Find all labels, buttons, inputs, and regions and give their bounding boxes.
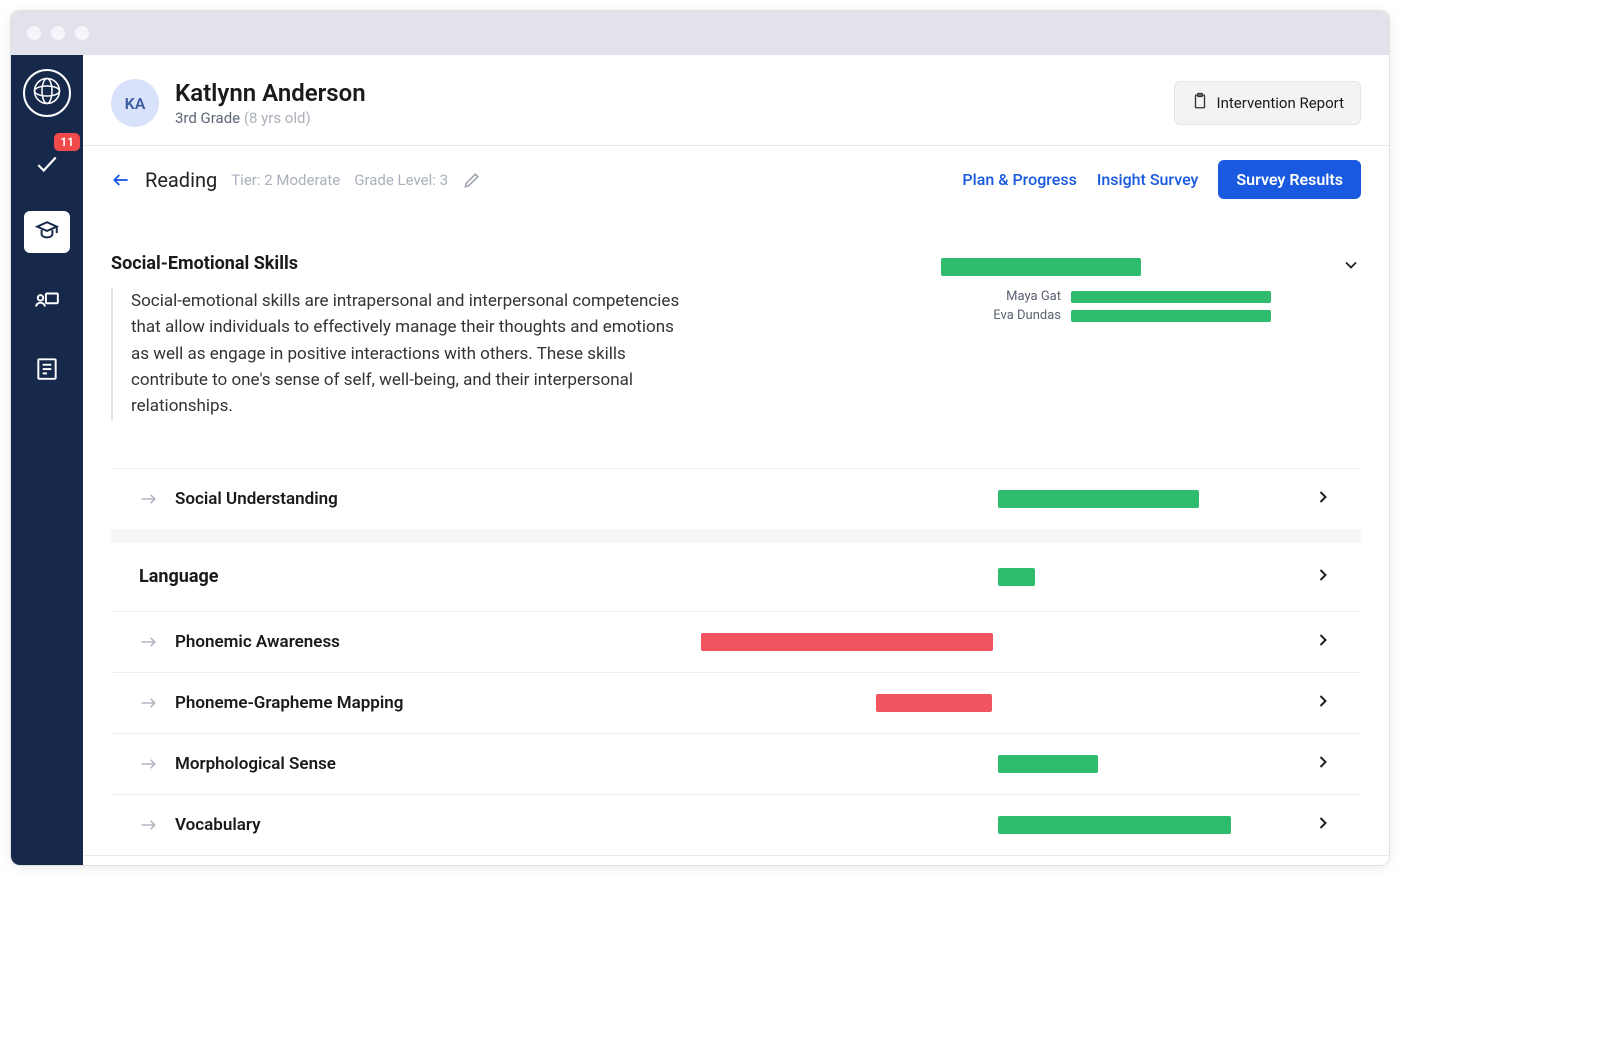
window-dot	[27, 26, 41, 40]
chevron-right-icon[interactable]	[1313, 630, 1333, 654]
skill-label: Social Understanding	[175, 489, 338, 509]
skill-row[interactable]: Phonemic Awareness	[111, 611, 1361, 672]
report-button-label: Intervention Report	[1217, 94, 1345, 112]
main-content: KA Katlynn Anderson 3rd Grade (8 yrs old…	[83, 55, 1389, 865]
nav-reports-icon[interactable]	[24, 347, 70, 389]
arrow-right-icon	[139, 815, 159, 835]
intervention-report-button[interactable]: Intervention Report	[1174, 81, 1362, 125]
tab-insight-survey[interactable]: Insight Survey	[1097, 170, 1199, 189]
rater-name: Eva Dundas	[993, 308, 1061, 323]
profile-header: KA Katlynn Anderson 3rd Grade (8 yrs old…	[83, 55, 1389, 146]
score-bar	[941, 258, 1141, 276]
chevron-right-icon[interactable]	[1313, 813, 1333, 837]
section-heading: Social-Emotional Skills	[111, 253, 941, 274]
tier-label: Tier: 2 Moderate	[231, 171, 340, 189]
rater-bar	[1071, 291, 1271, 303]
section-social-emotional: Social-Emotional Skills Social-emotional…	[83, 235, 1389, 856]
grade-level-label: Grade Level: 3	[354, 171, 448, 189]
student-meta: 3rd Grade (8 yrs old)	[175, 109, 366, 127]
rater-row: Maya Gat	[941, 289, 1361, 304]
score-bar	[701, 755, 1231, 773]
student-name: Katlynn Anderson	[175, 79, 366, 107]
score-bar	[701, 694, 1231, 712]
notification-badge: 11	[54, 133, 80, 151]
skill-row[interactable]: Social Understanding	[111, 468, 1361, 529]
back-arrow-icon[interactable]	[111, 170, 131, 190]
tab-survey-results[interactable]: Survey Results	[1218, 160, 1361, 199]
score-bar	[701, 816, 1231, 834]
score-bar	[701, 633, 1231, 651]
chevron-right-icon[interactable]	[1313, 752, 1333, 776]
app-logo[interactable]	[23, 69, 71, 117]
window-dot	[51, 26, 65, 40]
sidebar: 11	[11, 55, 83, 865]
chevron-right-icon[interactable]	[1313, 487, 1333, 511]
subheader: Reading Tier: 2 Moderate Grade Level: 3 …	[83, 146, 1389, 213]
chevron-right-icon[interactable]	[1313, 691, 1333, 715]
edit-icon[interactable]	[462, 170, 482, 190]
section-title: Reading	[145, 168, 217, 192]
rater-name: Maya Gat	[1006, 289, 1061, 304]
skill-row[interactable]: Morphological Sense	[111, 733, 1361, 794]
rater-bar	[1071, 310, 1271, 322]
category-row[interactable]: Language	[111, 529, 1361, 611]
rater-row: Eva Dundas	[941, 308, 1361, 323]
nav-students-icon[interactable]	[24, 211, 70, 253]
chevron-down-icon[interactable]	[1281, 255, 1361, 279]
arrow-right-icon	[139, 489, 159, 509]
window-titlebar	[11, 11, 1389, 55]
avatar: KA	[111, 79, 159, 127]
category-label: Language	[139, 566, 218, 587]
tab-plan-progress[interactable]: Plan & Progress	[962, 170, 1076, 189]
skill-row[interactable]: Phoneme-Grapheme Mapping	[111, 672, 1361, 733]
student-age: (8 yrs old)	[244, 109, 311, 127]
skill-label: Vocabulary	[175, 815, 261, 835]
skill-label: Phonemic Awareness	[175, 632, 340, 652]
skill-row[interactable]: Vocabulary	[111, 794, 1361, 855]
clipboard-icon	[1191, 92, 1209, 114]
student-grade: 3rd Grade	[175, 109, 240, 127]
score-bar	[701, 490, 1231, 508]
logo-icon	[32, 76, 62, 110]
chevron-right-icon[interactable]	[1313, 565, 1333, 589]
section-description: Social-emotional skills are intrapersona…	[111, 288, 691, 420]
skill-label: Phoneme-Grapheme Mapping	[175, 693, 403, 713]
arrow-right-icon	[139, 693, 159, 713]
arrow-right-icon	[139, 754, 159, 774]
score-bar	[701, 568, 1231, 586]
arrow-right-icon	[139, 632, 159, 652]
nav-tasks-icon[interactable]: 11	[24, 143, 70, 185]
window-dot	[75, 26, 89, 40]
skill-label: Morphological Sense	[175, 754, 336, 774]
nav-classes-icon[interactable]	[24, 279, 70, 321]
